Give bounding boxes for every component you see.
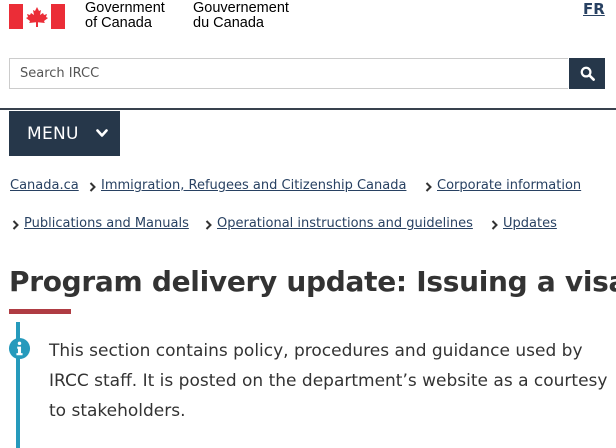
wordmark-fr-line-2: du Canada	[193, 15, 264, 31]
title-underline	[9, 309, 71, 314]
info-alert-text: This section contains policy, procedures…	[49, 341, 608, 421]
wordmark-en-line-1: Government	[85, 0, 165, 16]
breadcrumb-link-ircc[interactable]: Immigration, Refugees and Citizenship Ca…	[101, 178, 406, 193]
menu-button[interactable]: MENU	[9, 111, 120, 156]
wordmark-en-line-2: of Canada	[85, 15, 152, 31]
header-divider	[0, 108, 616, 110]
chevron-right-icon	[12, 220, 19, 230]
page-title: Program delivery update: Issuing a visa	[9, 265, 616, 298]
gouvernement-du-canada-wordmark: Gouvernement du Canada	[193, 1, 289, 31]
chevron-right-icon	[205, 220, 212, 230]
canada-flag-logo	[9, 4, 65, 29]
breadcrumb-link-publications-and-manuals[interactable]: Publications and Manuals	[24, 216, 189, 231]
chevron-right-icon	[89, 182, 96, 192]
breadcrumb-link-operational-instructions[interactable]: Operational instructions and guidelines	[217, 216, 473, 231]
search-button[interactable]	[569, 58, 605, 89]
government-of-canada-wordmark: Government of Canada	[85, 1, 165, 31]
breadcrumb-link-updates[interactable]: Updates	[503, 216, 557, 231]
breadcrumb-link-canada-ca[interactable]: Canada.ca	[10, 178, 79, 193]
wordmark-fr-line-1: Gouvernement	[193, 0, 289, 16]
chevron-right-icon	[425, 182, 432, 192]
info-icon	[8, 337, 31, 360]
chevron-down-icon	[95, 129, 108, 138]
search-icon	[580, 66, 595, 81]
chevron-right-icon	[491, 220, 498, 230]
language-toggle-link[interactable]: FR	[583, 0, 605, 18]
menu-label: MENU	[27, 123, 79, 144]
search-input[interactable]	[9, 58, 568, 89]
breadcrumb-link-corporate-information[interactable]: Corporate information	[437, 178, 581, 193]
